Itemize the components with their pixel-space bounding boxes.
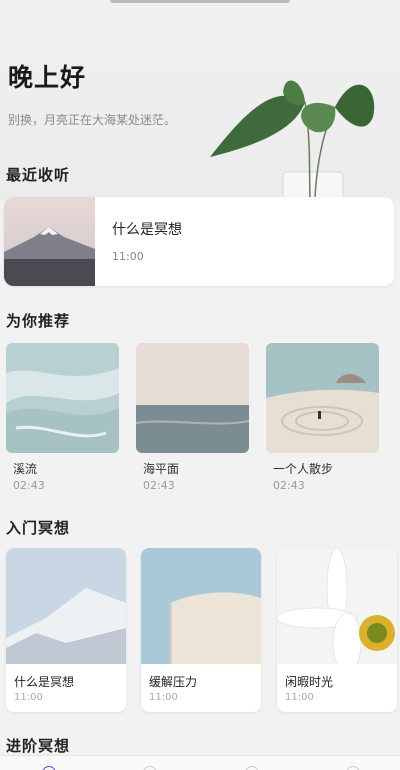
intro-card[interactable]: 缓解压力 11:00 bbox=[141, 548, 261, 712]
tab-bar bbox=[0, 755, 400, 770]
recommend-item-time: 02:43 bbox=[143, 479, 175, 492]
recent-card[interactable] bbox=[4, 197, 394, 286]
tab-icon-4[interactable] bbox=[346, 766, 360, 770]
intro-section-title: 入门冥想 bbox=[6, 519, 71, 537]
intro-card[interactable]: 什么是冥想 11:00 bbox=[6, 548, 126, 712]
intro-item-name: 什么是冥想 bbox=[14, 675, 75, 689]
advanced-section-title: 进阶冥想 bbox=[6, 737, 71, 755]
greeting-subtitle: 别换，月亮正在大海某处迷茫。 bbox=[8, 113, 177, 127]
recommend-section-title: 为你推荐 bbox=[6, 312, 71, 330]
home-icon[interactable] bbox=[42, 766, 56, 770]
recent-thumbnail bbox=[4, 197, 95, 286]
tab-icon-3[interactable] bbox=[245, 766, 259, 770]
recommend-thumb-sea[interactable] bbox=[136, 343, 249, 453]
intro-item-name: 闲暇时光 bbox=[285, 675, 334, 689]
intro-image-mountain bbox=[6, 548, 126, 664]
recommend-item-time: 02:43 bbox=[13, 479, 45, 492]
recent-item-name: 什么是冥想 bbox=[112, 222, 182, 238]
plant-illustration bbox=[210, 80, 375, 200]
recommend-item-time: 02:43 bbox=[273, 479, 305, 492]
intro-image-daisy bbox=[277, 548, 397, 664]
intro-item-time: 11:00 bbox=[285, 692, 314, 703]
recommend-thumb-stream[interactable] bbox=[6, 343, 119, 453]
intro-item-name: 缓解压力 bbox=[149, 675, 198, 689]
intro-item-time: 11:00 bbox=[149, 692, 178, 703]
tab-icon-2[interactable] bbox=[143, 766, 157, 770]
recommend-item-name: 一个人散步 bbox=[273, 462, 334, 476]
intro-item-time: 11:00 bbox=[14, 692, 43, 703]
intro-image-wall bbox=[141, 548, 261, 664]
recommend-thumb-walk[interactable] bbox=[266, 343, 379, 453]
status-notch bbox=[110, 0, 290, 3]
recent-section-title: 最近收听 bbox=[6, 166, 71, 184]
greeting-title: 晚上好 bbox=[8, 63, 87, 92]
recent-item-time: 11:00 bbox=[112, 250, 144, 263]
recommend-item-name: 海平面 bbox=[143, 462, 180, 476]
recommend-item-name: 溪流 bbox=[13, 462, 38, 476]
intro-card[interactable]: 闲暇时光 11:00 bbox=[277, 548, 397, 712]
